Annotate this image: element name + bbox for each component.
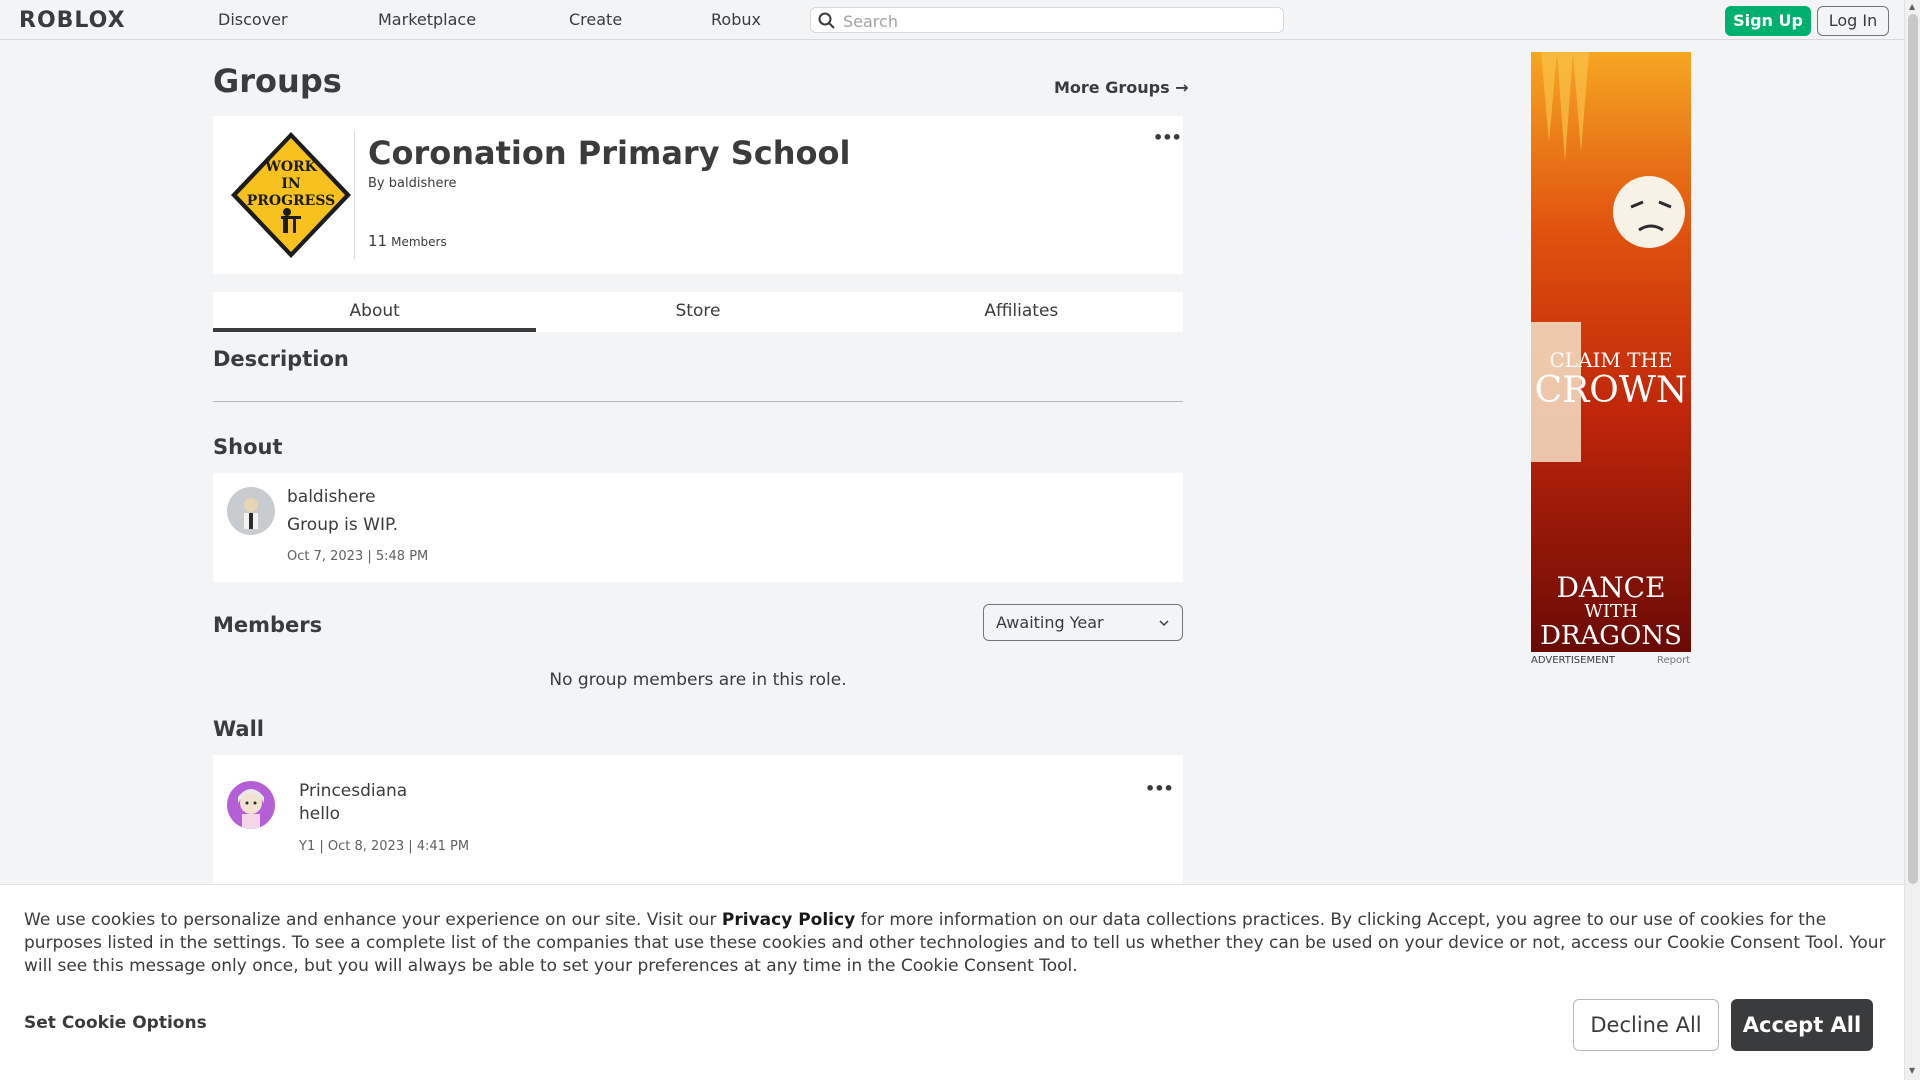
member-count-label: Members: [391, 235, 447, 249]
cookie-message: We use cookies to personalize and enhanc…: [24, 909, 1886, 978]
ad-footer-3: DRAGONS: [1540, 621, 1682, 651]
ad-footer-2: WITH: [1584, 601, 1637, 622]
description-heading: Description: [213, 347, 349, 371]
page-title: Groups: [213, 62, 342, 100]
ad-label: ADVERTISEMENT: [1531, 655, 1616, 666]
members-empty-message: No group members are in this role.: [549, 670, 847, 690]
wall-post-meta: Y1 | Oct 8, 2023 | 4:41 PM: [299, 839, 470, 854]
group-tabs: About Store Affiliates: [213, 292, 1183, 332]
role-dropdown[interactable]: Awaiting Year: [983, 604, 1183, 641]
search-icon: [818, 12, 835, 29]
tab-store[interactable]: Store: [536, 292, 859, 332]
cookie-text-1: We use cookies to personalize and enhanc…: [24, 910, 722, 930]
role-dropdown-value: Awaiting Year: [996, 613, 1104, 632]
cookie-banner: We use cookies to personalize and enhanc…: [0, 884, 1904, 1080]
avatar[interactable]: [227, 781, 275, 829]
scroll-down-arrow-icon[interactable]: ▼: [1909, 1066, 1915, 1075]
shout-card: baldishere Group is WIP. Oct 7, 2023 | 5…: [213, 473, 1183, 582]
more-horizontal-icon[interactable]: •••: [1145, 779, 1174, 798]
member-count-number: 11: [368, 232, 388, 250]
more-horizontal-icon[interactable]: •••: [1153, 128, 1182, 147]
chevron-down-icon: [1159, 620, 1169, 627]
members-heading: Members: [213, 613, 323, 637]
tab-about[interactable]: About: [213, 292, 537, 332]
scroll-thumb[interactable]: [1908, 14, 1918, 884]
cookie-options-link[interactable]: Set Cookie Options: [24, 1013, 207, 1033]
avatar-image: [227, 781, 275, 829]
avatar[interactable]: [227, 487, 275, 535]
nav-marketplace[interactable]: Marketplace: [378, 10, 476, 29]
emblem-divider: [354, 131, 355, 259]
ad-footer-1: DANCE: [1556, 571, 1665, 604]
more-groups-link[interactable]: More Groups →: [1054, 78, 1189, 97]
roblox-logo[interactable]: ROBLOX: [19, 8, 126, 33]
shout-body: Group is WIP.: [287, 515, 398, 535]
ad-report-link[interactable]: Report: [1657, 655, 1690, 666]
shout-user[interactable]: baldishere: [287, 487, 376, 507]
search-box[interactable]: [810, 7, 1284, 33]
wall-post-user[interactable]: Princesdiana: [299, 781, 407, 801]
emblem-text-2: IN: [281, 176, 301, 192]
wall-heading: Wall: [213, 717, 264, 741]
member-count: 11 Members: [368, 232, 447, 250]
nav-discover[interactable]: Discover: [218, 10, 288, 29]
wall-post-body: hello: [299, 804, 341, 824]
advertisement[interactable]: CLAIM THE CROWN DANCE WITH DRAGONS: [1531, 52, 1691, 652]
wall-post: Princesdiana hello Y1 | Oct 8, 2023 | 4:…: [213, 755, 1183, 885]
avatar-image: [227, 487, 275, 535]
shout-date: Oct 7, 2023 | 5:48 PM: [287, 549, 429, 564]
login-button[interactable]: Log In: [1817, 6, 1889, 36]
ad-headline-2: CROWN: [1535, 370, 1688, 411]
shout-heading: Shout: [213, 435, 283, 459]
scroll-up-arrow-icon[interactable]: ▲: [1909, 2, 1915, 11]
signup-button[interactable]: Sign Up: [1725, 6, 1811, 36]
nav-robux[interactable]: Robux: [711, 10, 761, 29]
emblem-text-3: PROGRESS: [247, 193, 336, 209]
group-owner-line: By baldishere: [368, 176, 457, 191]
scrollbar[interactable]: ▲ ▼: [1904, 0, 1920, 1080]
search-input[interactable]: [843, 10, 1273, 32]
owner-link[interactable]: baldishere: [389, 176, 457, 191]
decline-all-button[interactable]: Decline All: [1573, 999, 1719, 1051]
ad-image: CLAIM THE CROWN DANCE WITH DRAGONS: [1531, 52, 1691, 652]
group-emblem: WORK IN PROGRESS: [231, 132, 351, 258]
tab-affiliates[interactable]: Affiliates: [860, 292, 1183, 332]
emblem-text-1: WORK: [264, 159, 318, 175]
privacy-policy-link[interactable]: Privacy Policy: [722, 910, 855, 930]
nav-create[interactable]: Create: [569, 10, 622, 29]
group-header-card: WORK IN PROGRESS Coronation Primary Scho…: [213, 116, 1183, 274]
top-nav: ROBLOX Discover Marketplace Create Robux…: [0, 0, 1904, 40]
ad-headline-1: CLAIM THE: [1549, 348, 1672, 372]
description-divider: [213, 401, 1183, 402]
group-name: Coronation Primary School: [368, 134, 851, 172]
owner-prefix: By: [368, 176, 385, 191]
accept-all-button[interactable]: Accept All: [1731, 999, 1873, 1051]
